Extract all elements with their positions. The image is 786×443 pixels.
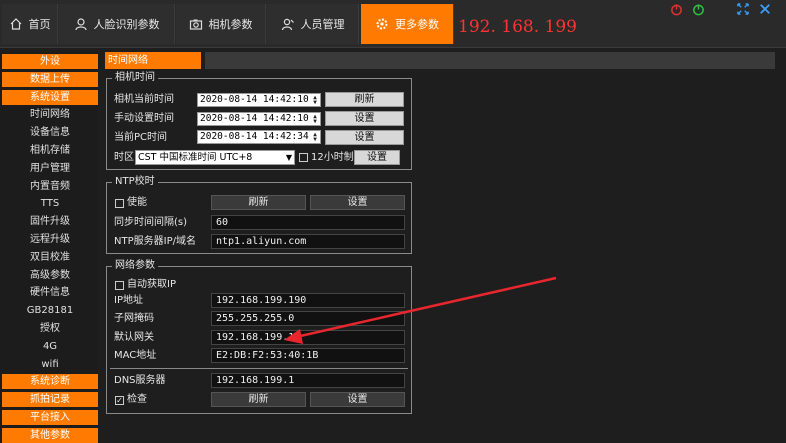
annotation-arrow (284, 276, 557, 344)
